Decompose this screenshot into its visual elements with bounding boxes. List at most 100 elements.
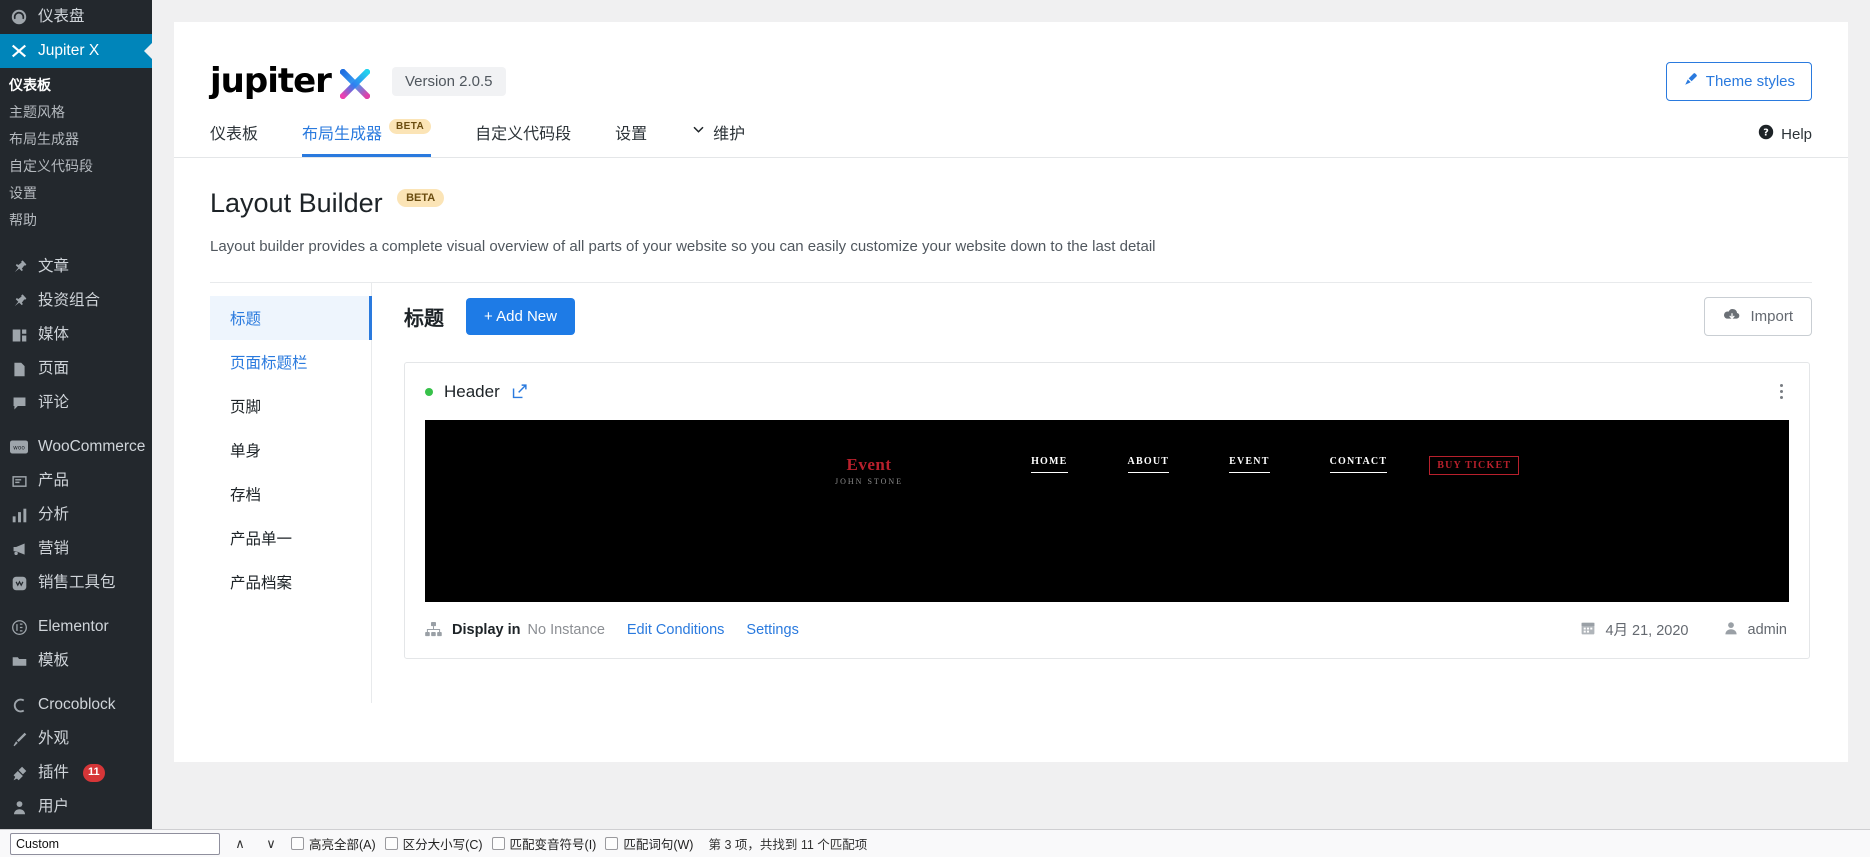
template-meta: 4月 21, 2020 admin [1580, 619, 1787, 640]
sidebar-item-templates[interactable]: 模板 [0, 644, 152, 678]
theme-styles-button[interactable]: Theme styles [1665, 61, 1812, 101]
sidebar-item-label: 投资组合 [38, 291, 101, 309]
jupiterx-panel: jupiter Version 2.0.5 Theme styles 仪表板 布… [174, 22, 1848, 762]
panel-tabs: 仪表板 布局生成器 BETA 自定义代码段 设置 维护 ? Help [174, 108, 1848, 158]
tab-custom-code[interactable]: 自定义代码段 [475, 120, 571, 157]
sidebar-item-plugins[interactable]: 插件 11 [0, 756, 152, 790]
sidebar-item-users[interactable]: 用户 [0, 790, 152, 824]
submenu-label: 布局生成器 [9, 131, 79, 147]
find-next-button[interactable]: ∨ [260, 836, 282, 852]
builder-nav-item-product-single[interactable]: 产品单一 [210, 516, 371, 560]
tab-dashboard[interactable]: 仪表板 [210, 120, 258, 157]
jupiterx-logo-x-icon [338, 67, 372, 101]
preview-nav-item: CONTACT [1329, 456, 1388, 473]
panel-header: jupiter Version 2.0.5 Theme styles [174, 22, 1848, 108]
dashboard-icon [9, 7, 29, 27]
submenu-item-dashboard[interactable]: 仪表板 [0, 72, 152, 99]
tab-settings[interactable]: 设置 [615, 120, 647, 157]
settings-link[interactable]: Settings [746, 622, 798, 638]
builder-nav-item-product-archive[interactable]: 产品档案 [210, 560, 371, 604]
checkbox-box [491, 837, 505, 850]
sidebar-item-marketing[interactable]: 营销 [0, 532, 152, 566]
sidebar-item-portfolio[interactable]: 投资组合 [0, 284, 152, 318]
template-more-menu[interactable] [1774, 380, 1789, 403]
page-title-beta-badge: BETA [397, 188, 445, 207]
highlight-all-checkbox[interactable]: 高亮全部(A) [291, 834, 376, 853]
preview-nav-item: EVENT [1229, 456, 1270, 473]
tab-label: 维护 [713, 126, 746, 143]
tab-layout-builder[interactable]: 布局生成器 BETA [302, 118, 432, 157]
builder-nav-label: 页脚 [230, 399, 262, 416]
sidebar-item-label: 用户 [38, 797, 70, 815]
display-in-value: No Instance [527, 621, 605, 638]
whole-words-checkbox[interactable]: 匹配词句(W) [605, 834, 693, 853]
sidebar-item-elementor[interactable]: Elementor [0, 610, 152, 644]
tab-maintenance[interactable]: 维护 [691, 120, 745, 157]
brush-icon [1683, 72, 1698, 91]
page-title-block: Layout Builder BETA Layout builder provi… [174, 158, 1848, 255]
woo-icon: woo [9, 437, 29, 457]
checkbox-box [384, 837, 398, 850]
builder-nav-item-page-title-bar[interactable]: 页面标题栏 [210, 340, 371, 384]
jupiterx-submenu: 仪表板 主题风格 布局生成器 自定义代码段 设置 帮助 [0, 68, 152, 240]
template-date: 4月 21, 2020 [1605, 623, 1689, 639]
template-card: Header Event JOHN STONE HOME ABOUT EVENT… [404, 362, 1810, 659]
builder-nav-item-footer[interactable]: 页脚 [210, 384, 371, 428]
import-button[interactable]: Import [1704, 297, 1812, 336]
page-title: Layout Builder [210, 188, 383, 218]
user-icon [1723, 620, 1739, 640]
plugins-icon [9, 763, 29, 783]
find-input[interactable] [10, 832, 220, 855]
find-status-text: 第 3 项，共找到 11 个匹配项 [708, 838, 868, 852]
submenu-item-theme-styles[interactable]: 主题风格 [0, 99, 152, 126]
sidebar-item-posts[interactable]: 文章 [0, 250, 152, 284]
submenu-label: 主题风格 [9, 104, 65, 120]
jupiterx-logo-text: jupiter [210, 61, 332, 101]
submenu-item-layout-builder[interactable]: 布局生成器 [0, 126, 152, 153]
jupiterx-icon [9, 41, 29, 61]
template-preview[interactable]: Event JOHN STONE HOME ABOUT EVENT CONTAC… [425, 420, 1789, 602]
marketing-icon [9, 539, 29, 559]
layout-builder-body: 标题 页面标题栏 页脚 单身 存档 产品单一 产品档案 标题 + Add New… [210, 282, 1812, 703]
sidebar-item-products[interactable]: 产品 [0, 464, 152, 498]
pin-icon [9, 257, 29, 277]
checkbox-label: 高亮全部(A) [309, 838, 376, 852]
status-badge [425, 387, 433, 396]
submenu-item-settings[interactable]: 设置 [0, 180, 152, 207]
checkbox-box [605, 837, 619, 850]
find-previous-button[interactable]: ∧ [229, 836, 251, 852]
sidebar-item-media[interactable]: 媒体 [0, 318, 152, 352]
sidebar-item-crocoblock[interactable]: Crocoblock [0, 688, 152, 722]
builder-nav-label: 存档 [230, 487, 262, 504]
sidebar-item-jupiterx[interactable]: Jupiter X [0, 34, 152, 68]
match-case-checkbox[interactable]: 区分大小写(C) [384, 834, 483, 853]
sidebar-item-label: 产品 [38, 471, 70, 489]
edit-icon[interactable] [511, 383, 528, 400]
sidebar-divider [0, 600, 152, 610]
sidebar-item-label: 媒体 [38, 325, 70, 343]
sidebar-item-sales-kit[interactable]: 销售工具包 [0, 566, 152, 600]
sidebar-item-appearance[interactable]: 外观 [0, 722, 152, 756]
sidebar-item-comments[interactable]: 评论 [0, 386, 152, 420]
wp-admin-sidebar[interactable]: 仪表盘 Jupiter X 仪表板 主题风格 布局生成器 自定义代码段 设置 帮… [0, 0, 152, 829]
sidebar-item-label: 插件 [38, 763, 70, 781]
sidebar-item-label: 评论 [38, 393, 70, 411]
sidebar-item-pages[interactable]: 页面 [0, 352, 152, 386]
match-diacritics-checkbox[interactable]: 匹配变音符号(I) [491, 834, 596, 853]
builder-nav-item-single[interactable]: 单身 [210, 428, 371, 472]
submenu-item-custom-code[interactable]: 自定义代码段 [0, 153, 152, 180]
checkbox-label: 匹配词句(W) [623, 838, 694, 852]
sidebar-item-dashboard[interactable]: 仪表盘 [0, 0, 152, 34]
builder-nav-item-header[interactable]: 标题 [210, 296, 372, 340]
add-new-button[interactable]: + Add New [466, 298, 575, 335]
edit-conditions-link[interactable]: Edit Conditions [627, 622, 725, 638]
sidebar-item-woocommerce[interactable]: woo WooCommerce [0, 430, 152, 464]
preview-logo-primary: Event [846, 455, 892, 474]
browser-find-bar[interactable]: ∧ ∨ 高亮全部(A) 区分大小写(C) 匹配变音符号(I) 匹配词句(W) 第… [0, 829, 1870, 857]
sidebar-item-analytics[interactable]: 分析 [0, 498, 152, 532]
layout-builder-main: 标题 + Add New Import Header Event JOHN ST… [372, 283, 1812, 703]
help-link[interactable]: ? Help [1758, 124, 1812, 157]
builder-nav-item-archive[interactable]: 存档 [210, 472, 371, 516]
submenu-label: 自定义代码段 [9, 158, 93, 174]
submenu-item-help[interactable]: 帮助 [0, 207, 152, 234]
